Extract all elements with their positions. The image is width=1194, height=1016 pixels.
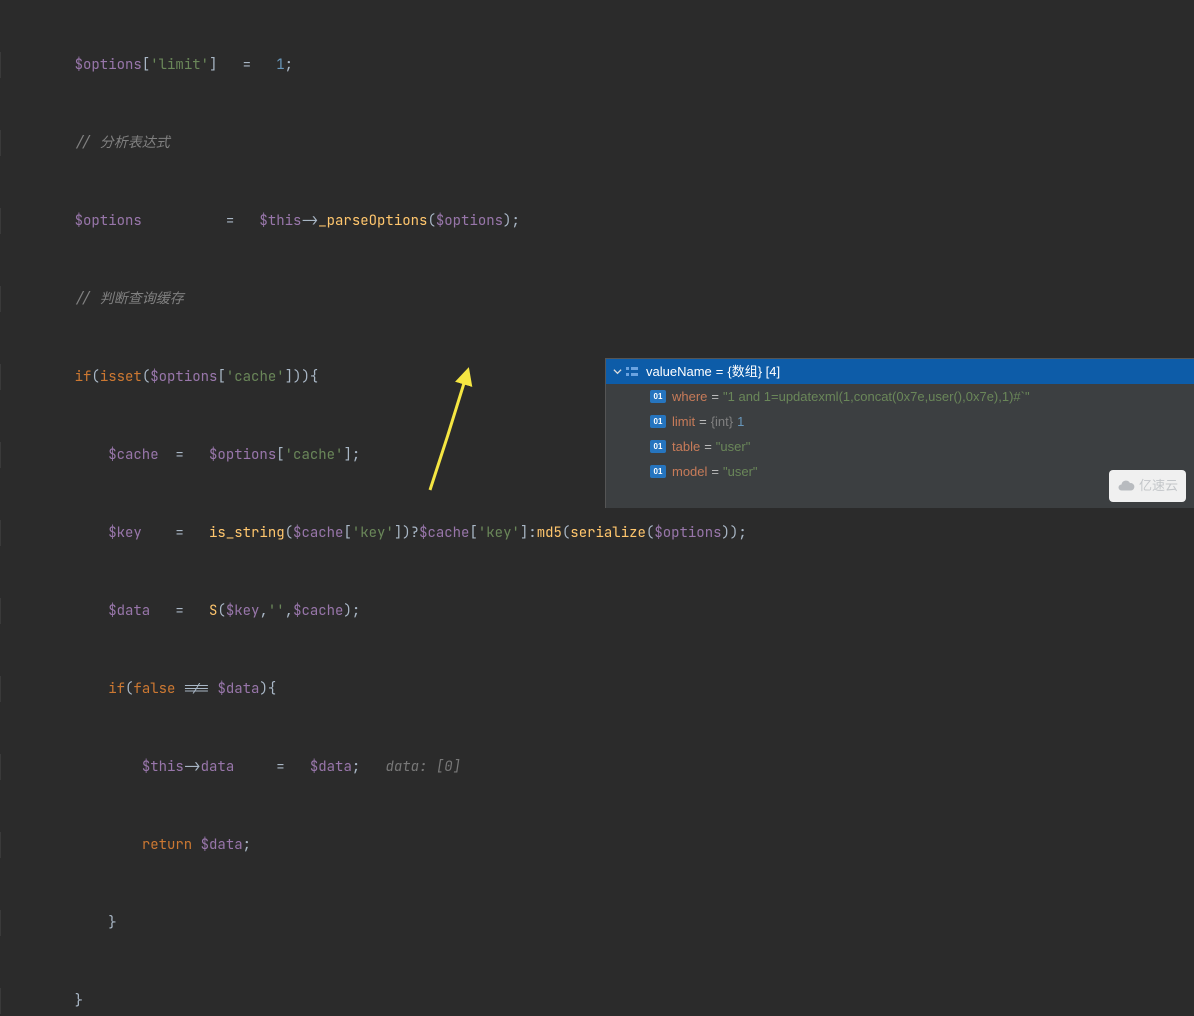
debug-var-root[interactable]: valueName = {数组} [4] (606, 359, 1194, 384)
scalar-icon: 01 (650, 465, 666, 478)
debug-var-name: valueName (646, 359, 712, 384)
code-line: if(false !== $data){ (0, 676, 1194, 702)
array-icon (624, 364, 640, 380)
code-editor[interactable]: $options['limit'] = 1; // 分析表达式 $options… (0, 0, 1194, 1016)
scalar-icon: 01 (650, 390, 666, 403)
code-line: $options['limit'] = 1; (0, 52, 1194, 78)
debug-var-key: where (672, 384, 707, 409)
code-line: $this->data = $data; data: [0] (0, 754, 1194, 780)
debug-var-item[interactable]: 01 where = "1 and 1=updatexml(1,concat(0… (606, 384, 1194, 409)
debug-var-value: 1 (737, 409, 744, 434)
debug-var-type: {数组} [4] (727, 359, 780, 384)
code-line: $data = S($key,'',$cache); (0, 598, 1194, 624)
debug-var-key: model (672, 459, 707, 484)
cloud-icon (1117, 477, 1135, 495)
debug-variables-panel[interactable]: valueName = {数组} [4] 01 where = "1 and 1… (605, 358, 1194, 508)
debug-var-value: "user" (716, 434, 751, 459)
code-line: $options = $this->_parseOptions($options… (0, 208, 1194, 234)
code-line: $key = is_string($cache['key'])?$cache['… (0, 520, 1194, 546)
debug-var-value: "user" (723, 459, 758, 484)
scalar-icon: 01 (650, 440, 666, 453)
debug-var-item[interactable]: 01 limit = {int} 1 (606, 409, 1194, 434)
debug-var-key: limit (672, 409, 695, 434)
scalar-icon: 01 (650, 415, 666, 428)
code-line: // 判断查询缓存 (0, 286, 1194, 312)
watermark: 亿速云 (1109, 470, 1186, 502)
debug-var-item[interactable]: 01 model = "user" (606, 459, 1194, 484)
expand-icon[interactable] (610, 367, 624, 376)
debug-var-key: table (672, 434, 700, 459)
code-line: // 分析表达式 (0, 130, 1194, 156)
debug-var-item[interactable]: 01 table = "user" (606, 434, 1194, 459)
code-line: } (0, 988, 1194, 1014)
debug-var-value: "1 and 1=updatexml(1,concat(0x7e,user(),… (723, 384, 1030, 409)
code-line: } (0, 910, 1194, 936)
code-line: return $data; (0, 832, 1194, 858)
debug-var-type: {int} (711, 409, 733, 434)
